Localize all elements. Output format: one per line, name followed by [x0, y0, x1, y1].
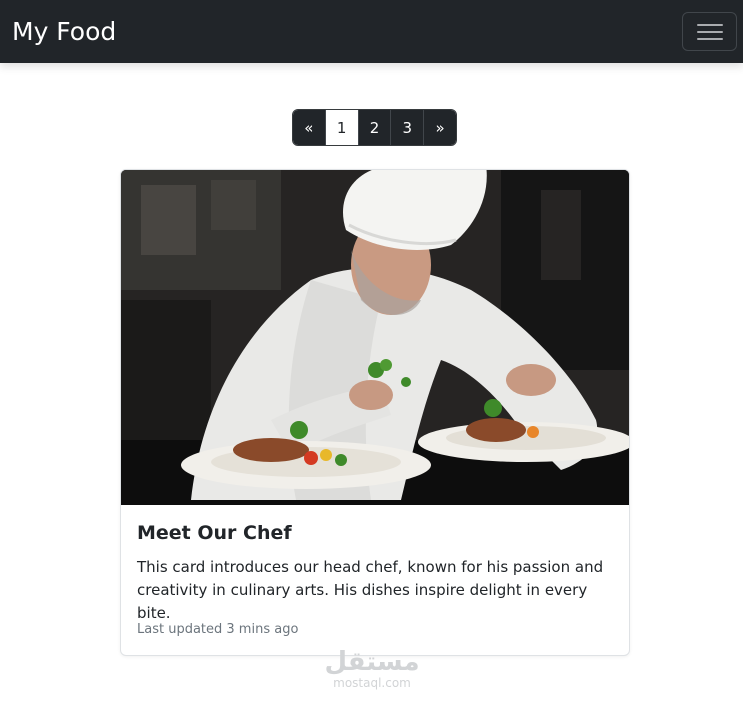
- mostaql-watermark: مستقل mostaql.com: [324, 648, 420, 690]
- pagination-page-2[interactable]: 2: [358, 110, 392, 145]
- card-text: This card introduces our head chef, know…: [137, 558, 604, 622]
- navbar-brand[interactable]: My Food: [12, 15, 116, 49]
- pagination-previous[interactable]: «: [293, 110, 326, 145]
- pagination-page-1[interactable]: 1: [325, 110, 359, 145]
- navbar-toggler-button[interactable]: [682, 12, 737, 51]
- watermark-arabic: مستقل: [324, 647, 420, 677]
- navbar: My Food: [0, 0, 743, 63]
- chef-card: Meet Our Chef This card introduces our h…: [120, 169, 630, 656]
- card-title: Meet Our Chef: [137, 522, 292, 544]
- last-updated-text: Last updated 3 mins ago: [137, 622, 299, 637]
- watermark-latin: mostaql.com: [333, 676, 411, 690]
- pagination-page-3[interactable]: 3: [391, 110, 425, 145]
- pagination-next[interactable]: »: [424, 110, 456, 145]
- pagination: « 1 2 3 »: [292, 109, 457, 146]
- chef-photo: [121, 170, 629, 505]
